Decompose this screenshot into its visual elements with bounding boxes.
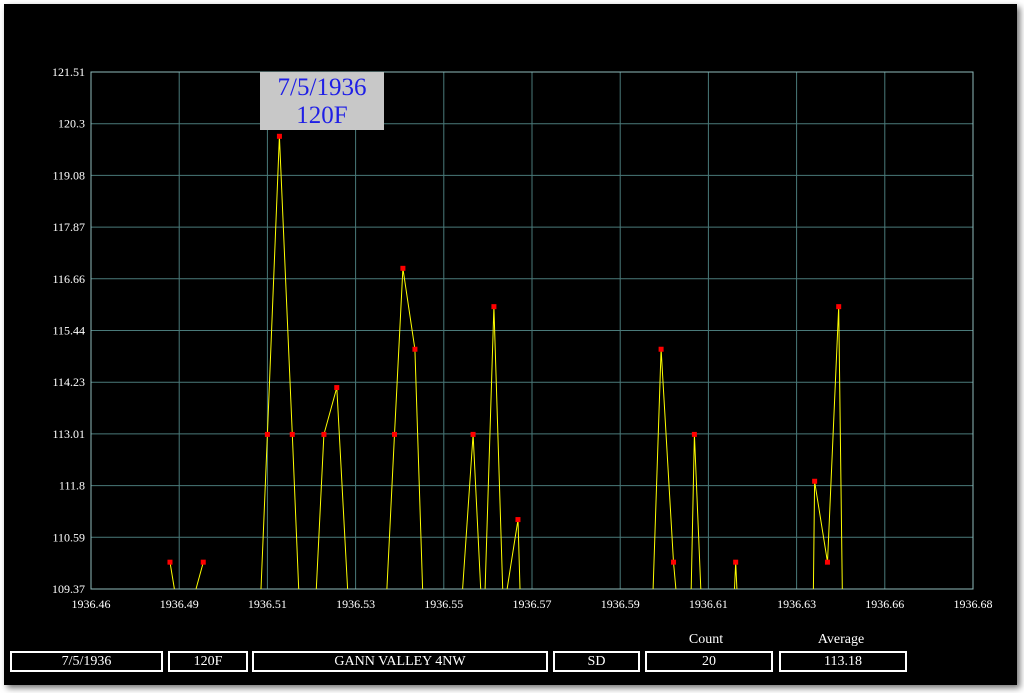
- average-header: Average: [817, 632, 865, 647]
- data-point: [400, 265, 406, 271]
- x-tick-label: 1936.63: [777, 597, 816, 611]
- series-line: [734, 562, 738, 590]
- series-line: [506, 519, 521, 590]
- x-tick-label: 1936.57: [513, 597, 552, 611]
- data-point: [321, 431, 327, 437]
- series-line: [169, 562, 175, 590]
- data-point: [658, 346, 664, 352]
- y-tick-label: 114.23: [52, 375, 85, 389]
- series-line: [195, 562, 204, 590]
- data-point: [491, 304, 497, 310]
- temp-field: 120F: [168, 651, 248, 672]
- x-tick-label: 1936.61: [689, 597, 728, 611]
- point-tooltip: 7/5/1936 120F: [260, 72, 384, 130]
- y-tick-label: 115.44: [52, 324, 85, 338]
- station-field: GANN VALLEY 4NW: [252, 651, 548, 672]
- data-point: [733, 559, 739, 565]
- series-line: [812, 306, 843, 590]
- y-tick-label: 111.8: [59, 479, 85, 493]
- y-tick-label: 121.51: [52, 65, 85, 79]
- tooltip-date: 7/5/1936: [277, 74, 367, 101]
- data-point: [812, 478, 818, 484]
- x-tick-label: 1936.68: [954, 597, 993, 611]
- data-point: [264, 431, 270, 437]
- series-line: [484, 306, 504, 590]
- x-tick-label: 1936.51: [248, 597, 287, 611]
- data-point: [289, 431, 295, 437]
- date-field: 7/5/1936: [10, 651, 163, 672]
- y-tick-label: 113.01: [52, 427, 85, 441]
- series-line: [315, 387, 349, 590]
- data-point: [276, 133, 282, 139]
- y-tick-label: 110.59: [52, 530, 85, 544]
- series-line: [690, 434, 702, 590]
- count-header: Count: [688, 632, 724, 647]
- x-tick-label: 1936.66: [865, 597, 904, 611]
- data-point: [412, 346, 418, 352]
- series-line: [462, 434, 482, 590]
- data-point: [671, 559, 677, 565]
- y-tick-label: 116.66: [52, 272, 85, 286]
- series-line: [386, 268, 424, 590]
- average-field: 113.18: [779, 651, 907, 672]
- state-field: SD: [553, 651, 640, 672]
- data-point: [836, 304, 842, 310]
- x-tick-label: 1936.53: [336, 597, 375, 611]
- tooltip-temp: 120F: [296, 102, 348, 129]
- y-tick-label: 120.3: [58, 117, 85, 131]
- x-tick-label: 1936.49: [160, 597, 199, 611]
- y-tick-label: 109.37: [52, 582, 85, 596]
- x-tick-label: 1936.59: [601, 597, 640, 611]
- x-tick-label: 1936.55: [424, 597, 463, 611]
- data-point: [515, 517, 521, 523]
- series-line: [652, 349, 677, 590]
- data-point: [334, 385, 340, 391]
- y-tick-label: 119.08: [52, 168, 85, 182]
- data-point: [824, 559, 830, 565]
- data-point: [391, 431, 397, 437]
- data-point: [200, 559, 206, 565]
- data-point: [691, 431, 697, 437]
- temperature-chart: 1936.46 1936.49 1936.51 1936.53 1936.55 1936.…: [52, 65, 993, 611]
- y-tick-label: 117.87: [52, 220, 85, 234]
- x-tick-label: 1936.46: [72, 597, 111, 611]
- count-field: 20: [645, 651, 773, 672]
- data-point: [470, 431, 476, 437]
- series-line: [260, 136, 300, 590]
- data-point: [167, 559, 173, 565]
